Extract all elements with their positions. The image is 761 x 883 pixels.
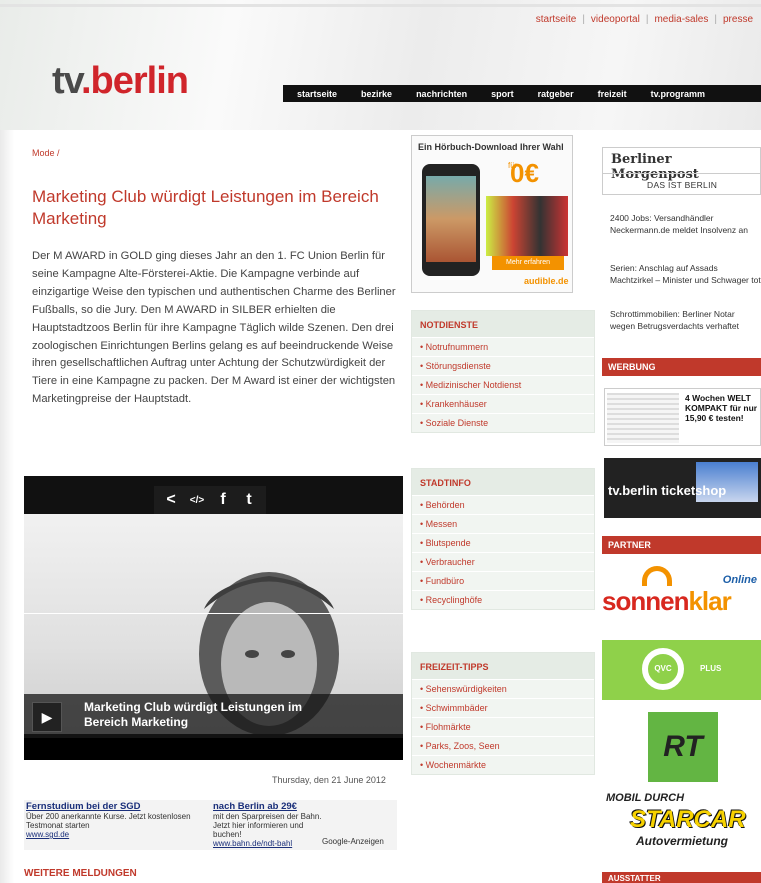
qvc-logo-mark: QVC: [642, 648, 684, 690]
ticketshop-banner[interactable]: tv.berlin ticketshop: [604, 458, 761, 518]
nav-bezirke[interactable]: bezirke: [347, 89, 402, 99]
notdienste-item[interactable]: Soziale Dienste: [412, 413, 594, 432]
starcar-sub: Autovermietung: [636, 834, 729, 848]
stadtinfo-item[interactable]: Fundbüro: [412, 571, 594, 590]
video-controls: [24, 738, 403, 760]
nav-startseite[interactable]: startseite: [283, 89, 347, 99]
left-shadow: [0, 130, 14, 883]
video-share-bar: < </> f t: [154, 486, 266, 514]
text-ad-sgd[interactable]: Fernstudium bei der SGD Über 200 anerkan…: [26, 802, 201, 839]
ticketshop-label: tv.berlin ticketshop: [608, 483, 727, 498]
freizeit-item[interactable]: Flohmärkte: [412, 717, 594, 736]
audible-logo: audible.de: [524, 276, 569, 286]
rt-logo[interactable]: RT: [648, 712, 718, 782]
top-link-startseite[interactable]: startseite: [536, 14, 577, 25]
freizeit-item[interactable]: Parks, Zoos, Seen: [412, 736, 594, 755]
morgenpost-divider: [603, 173, 761, 174]
morgenpost-name: Berliner Morgenpost: [611, 152, 699, 182]
notdienste-item[interactable]: Notrufnummern: [412, 337, 594, 356]
welt-kompakt-ad[interactable]: 4 Wochen WELT KOMPAKT für nur 15,90 € te…: [604, 388, 761, 446]
starcar-name: STARCAR: [630, 806, 746, 833]
notdienste-box: NOTDIENSTE Notrufnummern Störungsdienste…: [411, 310, 595, 433]
starcar-slogan: MOBIL DURCH: [606, 792, 685, 804]
video-title: Marketing Club würdigt Leistungen im Ber…: [84, 700, 303, 729]
stadtinfo-heading: STADTINFO: [412, 469, 594, 495]
top-link-videoportal[interactable]: videoportal: [591, 14, 640, 25]
sonnenklar-wordmark: sonnenklar: [602, 586, 732, 616]
article-headline: Marketing Club würdigt Leistungen im Ber…: [32, 187, 379, 228]
header: startseite | videoportal | media-sales | pr…: [0, 0, 761, 130]
stadtinfo-item[interactable]: Blutspende: [412, 533, 594, 552]
newspaper-image: [607, 393, 679, 443]
freizeit-item[interactable]: Sehenswürdigkeiten: [412, 679, 594, 698]
welt-ad-text: 4 Wochen WELT KOMPAKT für nur 15,90 € te…: [685, 393, 758, 423]
qvc-plus-logo[interactable]: QVC PLUS: [602, 640, 761, 700]
top-border: [0, 4, 761, 7]
share-icon[interactable]: <: [160, 491, 182, 509]
news-link[interactable]: 2400 Jobs: Versandhändler Neckermann.de …: [610, 212, 761, 236]
notdienste-heading: NOTDIENSTE: [412, 311, 594, 337]
promo-title: Ein Hörbuch-Download Ihrer Wahl: [418, 142, 564, 152]
top-link-media-sales[interactable]: media-sales: [654, 14, 708, 25]
nav-nachrichten[interactable]: nachrichten: [402, 89, 477, 99]
video-divider: [24, 613, 403, 614]
promo-button[interactable]: Mehr erfahren: [492, 256, 564, 270]
embed-icon[interactable]: </>: [186, 495, 208, 506]
breadcrumb[interactable]: Mode /: [32, 148, 60, 158]
promo-price: 0€: [510, 158, 539, 188]
audible-ad[interactable]: Ein Hörbuch-Download Ihrer Wahl für 0€ M…: [411, 135, 573, 293]
text-ad-bahn[interactable]: nach Berlin ab 29€ mit den Sparpreisen d…: [213, 802, 333, 848]
google-ads-label[interactable]: Google-Anzeigen: [322, 837, 384, 846]
video-player[interactable]: < </> f t ▶ Marketing Club würdigt Leist…: [24, 476, 403, 760]
twitter-icon[interactable]: t: [238, 491, 260, 509]
text-ad-url[interactable]: www.bahn.de/ndt-bahl: [213, 839, 333, 848]
nav-tv-programm[interactable]: tv.programm: [637, 89, 715, 99]
top-links: startseite | videoportal | media-sales | pr…: [535, 14, 753, 25]
text-ad-text: Über 200 anerkannte Kurse. Jetzt kostenl…: [26, 812, 191, 830]
audiobook-covers: [486, 196, 568, 256]
ausstatter-heading: AUSSTATTER: [602, 872, 761, 883]
notdienste-item[interactable]: Medizinischer Notdienst: [412, 375, 594, 394]
sonnenklar-logo[interactable]: Online sonnenklar: [602, 562, 761, 624]
nav-freizeit[interactable]: freizeit: [584, 89, 637, 99]
morgenpost-logo[interactable]: Berliner Morgenpost DAS IST BERLIN: [602, 147, 761, 195]
starcar-logo[interactable]: MOBIL DURCH STARCAR Autovermietung: [606, 792, 761, 854]
stadtinfo-item[interactable]: Verbraucher: [412, 552, 594, 571]
text-ad-title[interactable]: Fernstudium bei der SGD: [26, 802, 201, 812]
werbung-heading: WERBUNG: [602, 358, 761, 376]
more-news-heading: WEITERE MELDUNGEN: [24, 868, 137, 879]
article-body: Der M AWARD in GOLD ging dieses Jahr an …: [32, 250, 396, 406]
stadtinfo-item[interactable]: Recyclinghöfe: [412, 590, 594, 609]
partner-heading: PARTNER: [602, 536, 761, 554]
morgenpost-tagline: DAS IST BERLIN: [647, 180, 718, 190]
site-logo[interactable]: tv.berlin: [52, 62, 189, 100]
text-ad-text: mit den Sparpreisen der Bahn. Jetzt hier…: [213, 812, 322, 839]
stadtinfo-box: STADTINFO Behörden Messen Blutspende Ver…: [411, 468, 595, 610]
facebook-icon[interactable]: f: [212, 491, 234, 509]
freizeit-box: FREIZEIT-TIPPS Sehenswürdigkeiten Schwim…: [411, 652, 595, 775]
text-ad-url[interactable]: www.sgd.de: [26, 830, 201, 839]
text-ad-title[interactable]: nach Berlin ab 29€: [213, 802, 333, 812]
news-link[interactable]: Serien: Anschlag auf Assads Machtzirkel …: [610, 262, 761, 286]
nav-ratgeber[interactable]: ratgeber: [524, 89, 584, 99]
notdienste-item[interactable]: Störungsdienste: [412, 356, 594, 375]
qvc-plus-label: PLUS: [700, 664, 722, 673]
play-button[interactable]: ▶: [32, 702, 62, 732]
stadtinfo-item[interactable]: Messen: [412, 514, 594, 533]
news-link[interactable]: Schrottimmobilien: Berliner Notar wegen …: [610, 308, 761, 332]
phone-screen: [426, 176, 476, 262]
top-link-presse[interactable]: presse: [723, 14, 753, 25]
sonnenklar-online: Online: [722, 574, 757, 586]
sun-icon: [642, 566, 672, 586]
main-nav: startseite bezirke nachrichten sport rat…: [283, 85, 761, 102]
freizeit-item[interactable]: Wochenmärkte: [412, 755, 594, 774]
notdienste-item[interactable]: Krankenhäuser: [412, 394, 594, 413]
freizeit-heading: FREIZEIT-TIPPS: [412, 653, 594, 679]
freizeit-item[interactable]: Schwimmbäder: [412, 698, 594, 717]
nav-sport[interactable]: sport: [477, 89, 524, 99]
stadtinfo-item[interactable]: Behörden: [412, 495, 594, 514]
article-date: Thursday, den 21 June 2012: [272, 775, 386, 785]
